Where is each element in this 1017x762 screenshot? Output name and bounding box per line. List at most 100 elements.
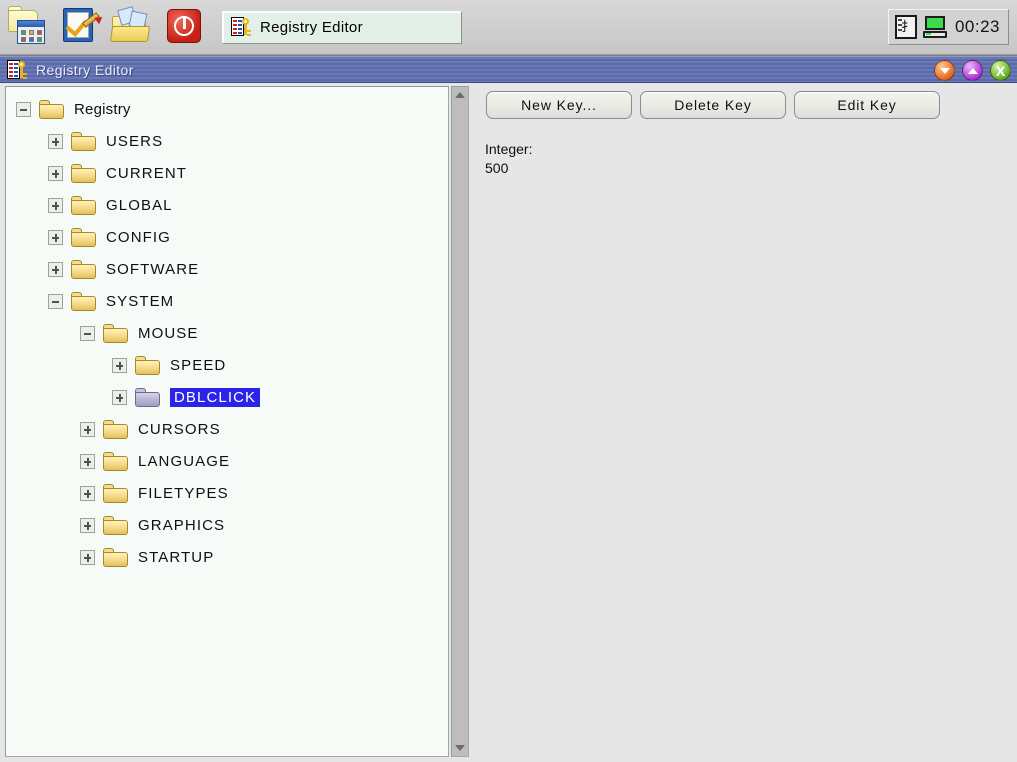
- open-folder-icon[interactable]: [109, 4, 156, 50]
- registry-line: [14, 66, 18, 69]
- expand-icon[interactable]: [112, 357, 127, 373]
- tree-item-speed[interactable]: SPEED: [16, 349, 448, 381]
- power-icon[interactable]: [162, 4, 208, 50]
- folder-body-shape: [135, 359, 160, 375]
- tree-item-dblclick[interactable]: DBLCLICK: [16, 381, 448, 413]
- registry-line: [233, 20, 237, 22]
- folder-icon: [135, 355, 160, 375]
- registry-line: [9, 70, 13, 73]
- folder-apps-icon[interactable]: [6, 4, 52, 50]
- window-controls: X: [934, 60, 1011, 81]
- app-window-shape: [17, 20, 45, 44]
- expand-icon[interactable]: [48, 261, 63, 277]
- collapse-icon[interactable]: [48, 293, 63, 309]
- app-dot: [37, 37, 42, 42]
- folder-icon: [103, 323, 128, 343]
- folder-icon: [135, 387, 160, 407]
- key-value-type: Integer:: [485, 141, 533, 157]
- system-tray: 扌 00:23: [887, 9, 1009, 45]
- folder-body-shape: [71, 263, 96, 279]
- key-tooth-shape: [23, 76, 27, 79]
- folder-front-shape: [109, 26, 151, 42]
- window-titlebar[interactable]: Registry Editor X: [0, 56, 1017, 83]
- key-tooth-shape: [23, 72, 27, 75]
- triangle-up-icon: [455, 92, 465, 98]
- tree-item-label: SPEED: [170, 356, 227, 374]
- expand-icon[interactable]: [112, 389, 127, 405]
- app-dot: [21, 30, 26, 35]
- pencil-tip-shape: [94, 13, 105, 25]
- registry-line: [233, 32, 237, 34]
- folder-body-shape: [39, 103, 64, 119]
- display-icon[interactable]: [922, 15, 947, 39]
- close-button[interactable]: X: [990, 60, 1011, 81]
- folder-icon: [39, 99, 64, 119]
- expand-icon[interactable]: [48, 165, 63, 181]
- input-method-icon[interactable]: 扌: [894, 15, 917, 39]
- tree-item-system[interactable]: SYSTEM: [16, 285, 448, 317]
- tree-item-cursors[interactable]: CURSORS: [16, 413, 448, 445]
- registry-line: [14, 74, 18, 77]
- tree-item-users[interactable]: USERS: [16, 125, 448, 157]
- expand-icon[interactable]: [80, 549, 95, 565]
- collapse-icon[interactable]: [16, 101, 31, 117]
- expand-icon[interactable]: [48, 229, 63, 245]
- folder-body-shape: [71, 199, 96, 215]
- expand-icon[interactable]: [80, 517, 95, 533]
- expand-icon[interactable]: [48, 133, 63, 149]
- taskbar-item-registry-editor[interactable]: Registry Editor: [222, 10, 462, 44]
- tree-item-config[interactable]: CONFIG: [16, 221, 448, 253]
- tree-vertical-scrollbar[interactable]: [451, 86, 469, 757]
- tree-item-startup[interactable]: STARTUP: [16, 541, 448, 573]
- expand-icon[interactable]: [80, 485, 95, 501]
- collapse-icon[interactable]: [80, 325, 95, 341]
- clock[interactable]: 00:23: [955, 17, 1000, 37]
- minimize-button[interactable]: [934, 60, 955, 81]
- new-key-button[interactable]: New Key...: [486, 91, 632, 119]
- key-actions-toolbar: New Key... Delete Key Edit Key: [486, 91, 940, 119]
- tree-item-language[interactable]: LANGUAGE: [16, 445, 448, 477]
- chevron-up-icon: [967, 67, 978, 74]
- registry-icon: [231, 17, 251, 37]
- registry-line: [238, 28, 242, 30]
- folder-body-shape: [71, 231, 96, 247]
- folder-body-shape: [103, 551, 128, 567]
- tree-item-label: STARTUP: [138, 548, 215, 566]
- scroll-down-button[interactable]: [453, 741, 467, 755]
- tree-item-label: CURSORS: [138, 420, 221, 438]
- maximize-button[interactable]: [962, 60, 983, 81]
- edit-key-button[interactable]: Edit Key: [794, 91, 940, 119]
- folder-icon: [103, 419, 128, 439]
- monitor-led-shape: [925, 33, 931, 35]
- tree-item-filetypes[interactable]: FILETYPES: [16, 477, 448, 509]
- tree-item-mouse[interactable]: MOUSE: [16, 317, 448, 349]
- folder-icon: [71, 227, 96, 247]
- folder-body-shape: [103, 423, 128, 439]
- tree-item-graphics[interactable]: GRAPHICS: [16, 509, 448, 541]
- registry-line: [9, 66, 13, 69]
- tree-item-current[interactable]: CURRENT: [16, 157, 448, 189]
- registry-line: [238, 32, 242, 34]
- expand-icon[interactable]: [80, 453, 95, 469]
- expand-icon[interactable]: [48, 197, 63, 213]
- registry-tree-pane[interactable]: Registry USERS CURRENT GLOBAL CONFIG SOFTWARE…: [5, 86, 449, 757]
- tree-item-registry[interactable]: Registry: [16, 93, 448, 125]
- tree-item-label: CURRENT: [106, 164, 188, 182]
- chevron-down-icon: [939, 67, 950, 74]
- registry-editor-window: Registry Editor X Registry USERS CURRENT GL…: [0, 55, 1017, 762]
- tree-item-label: LANGUAGE: [138, 452, 231, 470]
- expand-icon[interactable]: [80, 421, 95, 437]
- tree-item-label: FILETYPES: [138, 484, 229, 502]
- tree-item-label: CONFIG: [106, 228, 171, 246]
- registry-line: [14, 70, 18, 73]
- scroll-up-button[interactable]: [453, 88, 467, 102]
- taskbar-item-label: Registry Editor: [260, 18, 363, 36]
- delete-key-button[interactable]: Delete Key: [640, 91, 786, 119]
- folder-body-shape: [71, 295, 96, 311]
- notepad-check-icon[interactable]: [58, 4, 105, 50]
- tree-item-global[interactable]: GLOBAL: [16, 189, 448, 221]
- tree-item-software[interactable]: SOFTWARE: [16, 253, 448, 285]
- scrollbar-thumb[interactable]: [453, 103, 467, 743]
- tree-item-label: GRAPHICS: [138, 516, 226, 534]
- key-tooth-shape: [247, 30, 251, 32]
